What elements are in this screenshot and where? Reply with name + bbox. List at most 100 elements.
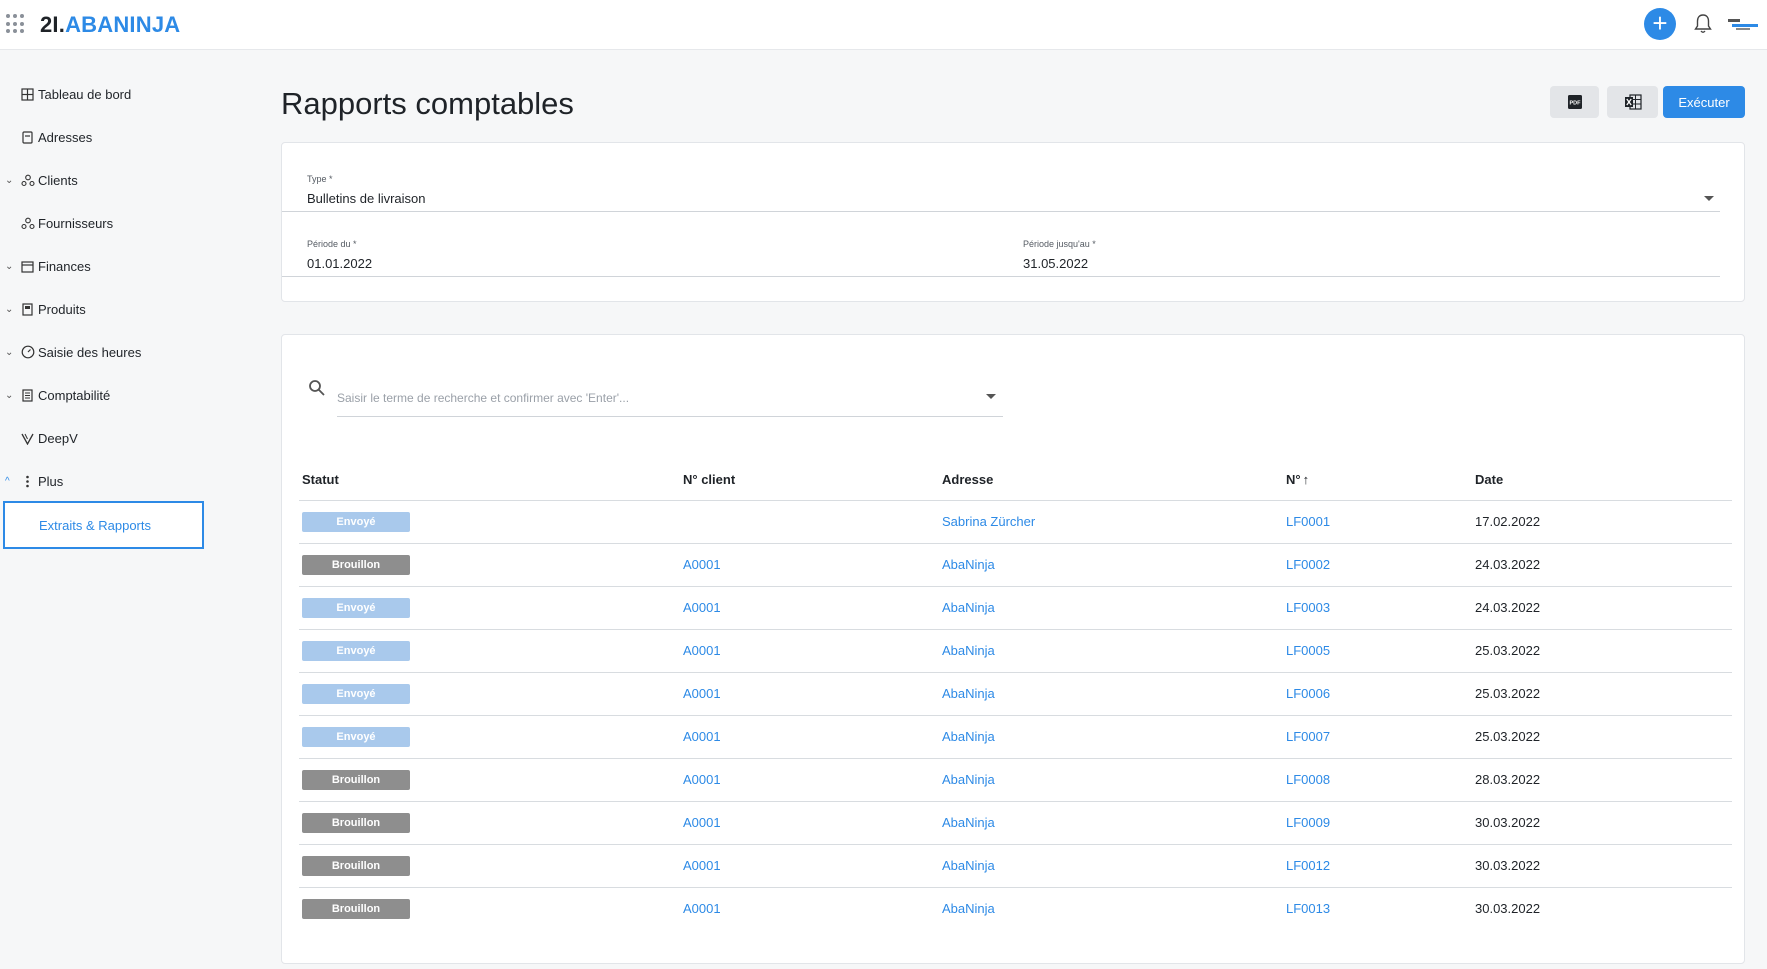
- sidebar-item-time-tracking[interactable]: ⌄ Saisie des heures: [0, 333, 240, 371]
- finances-icon: [20, 259, 35, 274]
- create-new-button[interactable]: +: [1644, 8, 1676, 40]
- table-row[interactable]: Envoyé Sabrina Zürcher LF0001 17.02.2022: [299, 501, 1732, 544]
- suppliers-icon: [20, 216, 35, 231]
- column-header-client-number[interactable]: N° client: [683, 472, 735, 487]
- sidebar-item-reports[interactable]: Extraits & Rapports: [3, 501, 204, 549]
- sidebar-item-more[interactable]: ^ Plus: [0, 462, 240, 500]
- table-row[interactable]: Envoyé A0001 AbaNinja LF0006 25.03.2022: [299, 673, 1732, 716]
- date-cell: 25.03.2022: [1475, 686, 1541, 701]
- client-number-link[interactable]: A0001: [683, 729, 721, 744]
- column-header-number[interactable]: N° ↑: [1286, 472, 1309, 487]
- dashboard-icon: [20, 87, 35, 102]
- client-number-link[interactable]: A0001: [683, 901, 721, 916]
- document-number-link[interactable]: LF0013: [1286, 901, 1330, 916]
- chevron-down-icon[interactable]: [1704, 196, 1714, 201]
- sidebar-item-chevron: ⌄: [5, 260, 14, 272]
- type-label: Type *: [307, 174, 333, 184]
- table-row[interactable]: Envoyé A0001 AbaNinja LF0005 25.03.2022: [299, 630, 1732, 673]
- period-to-field[interactable]: Période jusqu'au * 31.05.2022: [999, 239, 1720, 277]
- run-button[interactable]: Exécuter: [1663, 86, 1745, 118]
- client-number-link[interactable]: A0001: [683, 772, 721, 787]
- search-icon: [309, 380, 325, 396]
- period-from-field[interactable]: Période du * 01.01.2022: [282, 239, 1002, 277]
- products-icon: [20, 302, 35, 317]
- document-number-link[interactable]: LF0005: [1286, 643, 1330, 658]
- address-link[interactable]: Sabrina Zürcher: [942, 514, 1035, 529]
- sidebar-item-label: Clients: [38, 172, 78, 188]
- client-number-link[interactable]: A0001: [683, 815, 721, 830]
- document-number-link[interactable]: LF0002: [1286, 557, 1330, 572]
- sidebar-item-dashboard[interactable]: Tableau de bord: [0, 75, 240, 113]
- table-row[interactable]: Envoyé A0001 AbaNinja LF0007 25.03.2022: [299, 716, 1732, 759]
- column-header-address[interactable]: Adresse: [942, 472, 993, 487]
- logo-name: ABANINJA: [65, 12, 181, 37]
- document-number-link[interactable]: LF0012: [1286, 858, 1330, 873]
- clients-icon: [20, 173, 35, 188]
- table-header: Statut N° client Adresse N° ↑ Date: [299, 458, 1732, 501]
- sidebar-item-clients[interactable]: ⌄ Clients: [0, 161, 240, 199]
- column-header-status[interactable]: Statut: [302, 472, 339, 487]
- address-link[interactable]: AbaNinja: [942, 815, 995, 830]
- table-row[interactable]: Brouillon A0001 AbaNinja LF0008 28.03.20…: [299, 759, 1732, 802]
- address-link[interactable]: AbaNinja: [942, 901, 995, 916]
- page-title: Rapports comptables: [281, 86, 574, 121]
- column-header-date[interactable]: Date: [1475, 472, 1503, 487]
- export-excel-button[interactable]: [1607, 86, 1658, 118]
- client-number-link[interactable]: A0001: [683, 643, 721, 658]
- table-row[interactable]: Brouillon A0001 AbaNinja LF0012 30.03.20…: [299, 845, 1732, 888]
- document-number-link[interactable]: LF0007: [1286, 729, 1330, 744]
- sidebar-item-chevron: ⌄: [5, 389, 14, 401]
- table-row[interactable]: Envoyé A0001 AbaNinja LF0003 24.03.2022: [299, 587, 1732, 630]
- table-row[interactable]: Brouillon A0001 AbaNinja LF0002 24.03.20…: [299, 544, 1732, 587]
- period-to-label: Période jusqu'au *: [1023, 239, 1096, 249]
- sidebar-item-label: Comptabilité: [38, 387, 111, 403]
- sidebar-item-deepv[interactable]: DeepV: [0, 419, 240, 457]
- chevron-down-icon[interactable]: [986, 394, 996, 399]
- reports-table: Statut N° client Adresse N° ↑ Date Envoyé…: [299, 458, 1732, 931]
- document-number-link[interactable]: LF0001: [1286, 514, 1330, 529]
- date-cell: 24.03.2022: [1475, 600, 1541, 615]
- bell-icon[interactable]: [1693, 13, 1713, 35]
- avatar[interactable]: [1726, 13, 1762, 35]
- app-logo[interactable]: 2I.ABANINJA: [40, 12, 180, 38]
- sidebar-item-label: Adresses: [38, 129, 93, 145]
- sidebar-item-suppliers[interactable]: Fournisseurs: [0, 204, 240, 242]
- sidebar-item-chevron: ^: [5, 475, 10, 487]
- document-number-link[interactable]: LF0009: [1286, 815, 1330, 830]
- sidebar-item-addresses[interactable]: Adresses: [0, 118, 240, 156]
- status-badge: Envoyé: [302, 641, 410, 661]
- excel-icon: [1624, 94, 1642, 110]
- address-link[interactable]: AbaNinja: [942, 600, 995, 615]
- sidebar-item-label: Tableau de bord: [38, 86, 132, 102]
- client-number-link[interactable]: A0001: [683, 686, 721, 701]
- status-badge: Brouillon: [302, 899, 410, 919]
- sidebar-item-accounting[interactable]: ⌄ Comptabilité: [0, 376, 240, 414]
- address-link[interactable]: AbaNinja: [942, 729, 995, 744]
- document-number-link[interactable]: LF0006: [1286, 686, 1330, 701]
- document-number-link[interactable]: LF0003: [1286, 600, 1330, 615]
- search-input[interactable]: [337, 391, 957, 405]
- sidebar-item-products[interactable]: ⌄ Produits: [0, 290, 240, 328]
- export-pdf-button[interactable]: PDF: [1550, 86, 1599, 118]
- client-number-link[interactable]: A0001: [683, 557, 721, 572]
- client-number-link[interactable]: A0001: [683, 600, 721, 615]
- date-cell: 24.03.2022: [1475, 557, 1541, 572]
- document-number-link[interactable]: LF0008: [1286, 772, 1330, 787]
- address-link[interactable]: AbaNinja: [942, 772, 995, 787]
- table-row[interactable]: Brouillon A0001 AbaNinja LF0009 30.03.20…: [299, 802, 1732, 845]
- address-link[interactable]: AbaNinja: [942, 557, 995, 572]
- type-value: Bulletins de livraison: [307, 191, 426, 206]
- app-grid-icon[interactable]: [6, 14, 26, 34]
- sort-asc-icon: ↑: [1302, 472, 1310, 487]
- address-link[interactable]: AbaNinja: [942, 686, 995, 701]
- date-cell: 28.03.2022: [1475, 772, 1541, 787]
- sidebar-item-finances[interactable]: ⌄ Finances: [0, 247, 240, 285]
- client-number-link[interactable]: A0001: [683, 858, 721, 873]
- type-select[interactable]: Type * Bulletins de livraison: [282, 174, 1720, 212]
- table-row[interactable]: Brouillon A0001 AbaNinja LF0013 30.03.20…: [299, 888, 1732, 931]
- column-header-number-label: N°: [1286, 472, 1301, 487]
- address-link[interactable]: AbaNinja: [942, 858, 995, 873]
- status-badge: Envoyé: [302, 598, 410, 618]
- address-link[interactable]: AbaNinja: [942, 643, 995, 658]
- deepv-icon: [20, 431, 35, 446]
